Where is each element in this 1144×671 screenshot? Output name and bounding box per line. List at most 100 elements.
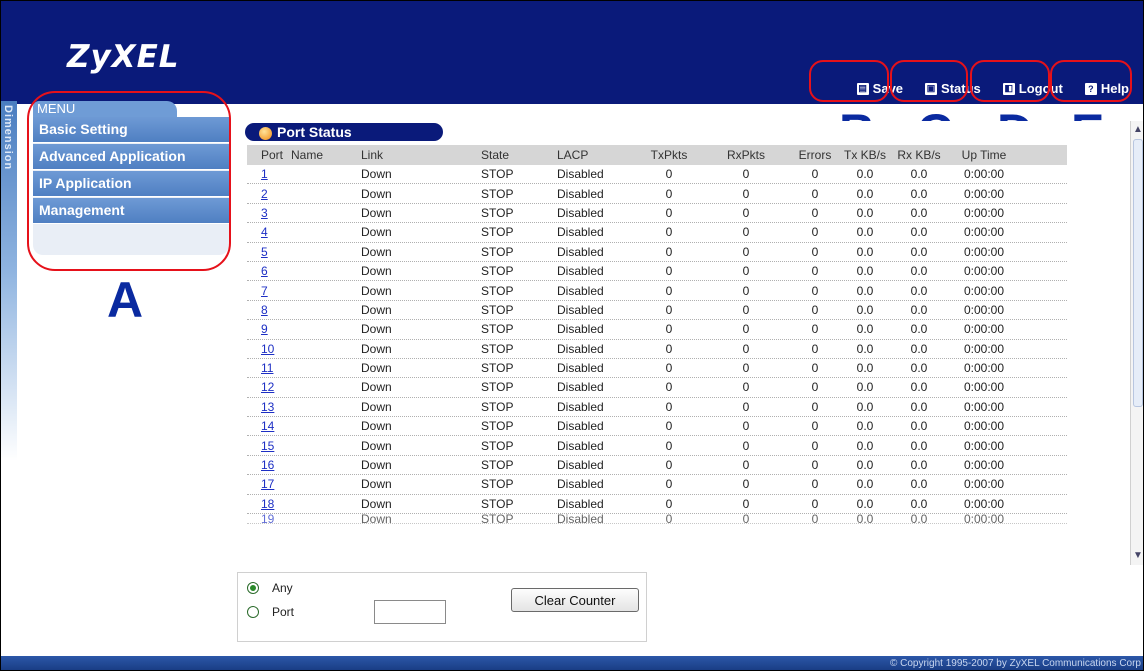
port-link[interactable]: 19	[247, 514, 291, 523]
table-row: 8 Down STOP Disabled 0 0 0 0.0 0.0 0:00:00	[247, 301, 1067, 321]
cell-rxpkts: 0	[742, 322, 750, 337]
port-link[interactable]: 13	[247, 400, 291, 414]
cell-lacp: Disabled	[557, 322, 604, 337]
cell-state: STOP	[481, 514, 514, 525]
cell-lacp: Disabled	[557, 167, 604, 182]
cell-lacp: Disabled	[557, 264, 604, 279]
port-link[interactable]: 8	[247, 303, 291, 317]
port-link[interactable]: 9	[247, 322, 291, 336]
cell-lacp: Disabled	[557, 477, 604, 492]
table-row: 2 Down STOP Disabled 0 0 0 0.0 0.0 0:00:00	[247, 184, 1067, 204]
cell-tx-kbs: 0.0	[856, 225, 874, 240]
cell-lacp: Disabled	[557, 283, 604, 298]
port-link[interactable]: 5	[247, 245, 291, 259]
port-link[interactable]: 7	[247, 284, 291, 298]
port-link[interactable]: 15	[247, 439, 291, 453]
cell-rxpkts: 0	[742, 380, 750, 395]
cell-rx-kbs: 0.0	[910, 496, 928, 511]
col-lacp: LACP	[557, 148, 589, 162]
vertical-scrollbar[interactable]: ▲ ▼	[1130, 121, 1143, 565]
cell-lacp: Disabled	[557, 514, 604, 525]
cell-up-time: 0:00:00	[963, 205, 1005, 220]
cell-state: STOP	[481, 186, 514, 201]
table-row: 19 Down STOP Disabled 0 0 0 0.0 0.0 0:00:00	[247, 514, 1067, 525]
cell-lacp: Disabled	[557, 496, 604, 511]
cell-rx-kbs: 0.0	[910, 514, 928, 525]
port-link[interactable]: 16	[247, 458, 291, 472]
cell-rx-kbs: 0.0	[910, 419, 928, 434]
cell-txpkts: 0	[665, 380, 673, 395]
cell-rx-kbs: 0.0	[910, 186, 928, 201]
cell-state: STOP	[481, 361, 514, 376]
cell-errors: 0	[811, 514, 819, 525]
cell-tx-kbs: 0.0	[856, 205, 874, 220]
cell-txpkts: 0	[665, 244, 673, 259]
cell-up-time: 0:00:00	[963, 322, 1005, 337]
port-link[interactable]: 10	[247, 342, 291, 356]
cell-rxpkts: 0	[742, 438, 750, 453]
cell-rx-kbs: 0.0	[910, 361, 928, 376]
cell-link: Down	[361, 244, 392, 259]
port-link[interactable]: 4	[247, 225, 291, 239]
cell-up-time: 0:00:00	[963, 186, 1005, 201]
table-row: 13 Down STOP Disabled 0 0 0 0.0 0.0 0:00:00	[247, 398, 1067, 418]
radio-port[interactable]	[247, 606, 259, 618]
cell-state: STOP	[481, 205, 514, 220]
cell-rxpkts: 0	[742, 419, 750, 434]
port-link[interactable]: 17	[247, 477, 291, 491]
cell-rx-kbs: 0.0	[910, 167, 928, 182]
table-row: 5 Down STOP Disabled 0 0 0 0.0 0.0 0:00:00	[247, 243, 1067, 262]
port-link[interactable]: 11	[247, 361, 291, 375]
cell-errors: 0	[811, 167, 819, 182]
table-row: 18 Down STOP Disabled 0 0 0 0.0 0.0 0:00:00	[247, 495, 1067, 515]
port-link[interactable]: 18	[247, 497, 291, 511]
scroll-down-arrow-icon[interactable]: ▼	[1132, 549, 1143, 563]
cell-tx-kbs: 0.0	[856, 322, 874, 337]
clear-counter-button[interactable]: Clear Counter	[511, 588, 639, 612]
cell-txpkts: 0	[665, 458, 673, 473]
cell-up-time: 0:00:00	[963, 361, 1005, 376]
scroll-up-arrow-icon[interactable]: ▲	[1132, 123, 1143, 137]
port-input[interactable]	[374, 600, 446, 624]
cell-up-time: 0:00:00	[963, 167, 1005, 182]
port-link[interactable]: 12	[247, 380, 291, 394]
cell-lacp: Disabled	[557, 341, 604, 356]
cell-tx-kbs: 0.0	[856, 361, 874, 376]
cell-tx-kbs: 0.0	[856, 458, 874, 473]
col-state: State	[481, 148, 510, 162]
cell-link: Down	[361, 283, 392, 298]
cell-txpkts: 0	[665, 302, 673, 317]
browser-window: ZyXEL ▤ Save ▣ Status ◧ Logout ? Help Di…	[0, 0, 1144, 671]
cell-lacp: Disabled	[557, 419, 604, 434]
radio-any[interactable]	[247, 582, 259, 594]
cell-link: Down	[361, 361, 392, 376]
port-link[interactable]: 1	[247, 167, 291, 181]
col-rxpkts: RxPkts	[726, 148, 765, 162]
cell-lacp: Disabled	[557, 186, 604, 201]
cell-rxpkts: 0	[742, 186, 750, 201]
port-link[interactable]: 3	[247, 206, 291, 220]
scroll-thumb[interactable]	[1133, 139, 1143, 407]
port-link[interactable]: 6	[247, 264, 291, 278]
cell-state: STOP	[481, 496, 514, 511]
cell-errors: 0	[811, 205, 819, 220]
port-link[interactable]: 14	[247, 419, 291, 433]
cell-rx-kbs: 0.0	[910, 322, 928, 337]
annotation-ring-c	[890, 60, 968, 102]
cell-link: Down	[361, 341, 392, 356]
cell-link: Down	[361, 438, 392, 453]
cell-errors: 0	[811, 322, 819, 337]
radio-port-label: Port	[272, 605, 295, 619]
cell-rxpkts: 0	[742, 225, 750, 240]
cell-txpkts: 0	[665, 205, 673, 220]
cell-txpkts: 0	[665, 322, 673, 337]
cell-link: Down	[361, 419, 392, 434]
cell-state: STOP	[481, 264, 514, 279]
col-up-time: Up Time	[961, 148, 1007, 162]
annotation-ring-d	[970, 60, 1050, 102]
cell-errors: 0	[811, 186, 819, 201]
cell-link: Down	[361, 167, 392, 182]
cell-rx-kbs: 0.0	[910, 283, 928, 298]
port-link[interactable]: 2	[247, 187, 291, 201]
dimension-strip: Dimension	[1, 101, 17, 271]
